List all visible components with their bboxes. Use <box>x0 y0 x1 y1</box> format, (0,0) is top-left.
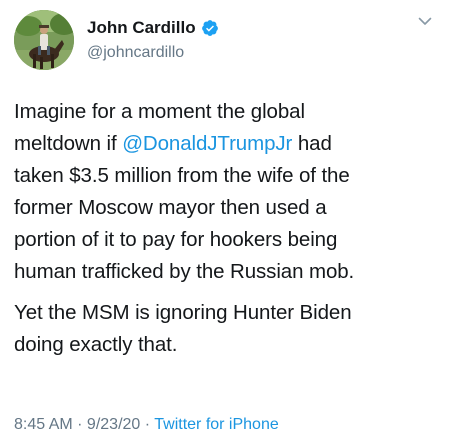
tweet-line: human trafficked by the Russian mob. <box>14 260 355 283</box>
tweet-line-text: had <box>292 132 332 155</box>
verified-badge-icon <box>201 19 219 37</box>
tweet-line-text: meltdown if <box>14 132 123 155</box>
tweet-paragraph: Yet the MSM is ignoring Hunter Biden doi… <box>14 297 442 361</box>
tweet-line: portion of it to pay for hookers being <box>14 228 338 251</box>
mention-link[interactable]: @DonaldJTrumpJr <box>122 132 292 155</box>
tweet-line: meltdown if @DonaldJTrumpJr had <box>14 128 442 160</box>
tweet-time[interactable]: 8:45 AM <box>14 416 73 433</box>
tweet-line: doing exactly that. <box>14 333 178 356</box>
tweet-line: Imagine for a moment the global <box>14 100 305 123</box>
meta-separator: · <box>72 416 87 433</box>
display-name[interactable]: John Cardillo <box>87 17 196 39</box>
avatar[interactable] <box>14 10 74 70</box>
tweet-card: John Cardillo @johncardillo Imagine for … <box>0 0 450 445</box>
tweet-meta: 8:45 AM · 9/23/20 · Twitter for iPhone <box>14 415 279 435</box>
tweet-header: John Cardillo @johncardillo <box>14 10 436 76</box>
chevron-down-icon[interactable] <box>416 12 434 30</box>
author-names: John Cardillo @johncardillo <box>87 16 219 64</box>
tweet-text: Imagine for a moment the global meltdown… <box>14 96 442 361</box>
tweet-source-link[interactable]: Twitter for iPhone <box>154 416 279 433</box>
author-handle[interactable]: @johncardillo <box>87 42 219 64</box>
display-name-row: John Cardillo <box>87 16 219 40</box>
tweet-date[interactable]: 9/23/20 <box>87 416 140 433</box>
avatar-photo <box>14 10 74 70</box>
meta-separator: · <box>140 416 155 433</box>
tweet-paragraph: Imagine for a moment the global meltdown… <box>14 96 442 288</box>
tweet-line: Yet the MSM is ignoring Hunter Biden <box>14 301 352 324</box>
tweet-line: taken $3.5 million from the wife of the <box>14 164 350 187</box>
tweet-line: former Moscow mayor then used a <box>14 196 327 219</box>
